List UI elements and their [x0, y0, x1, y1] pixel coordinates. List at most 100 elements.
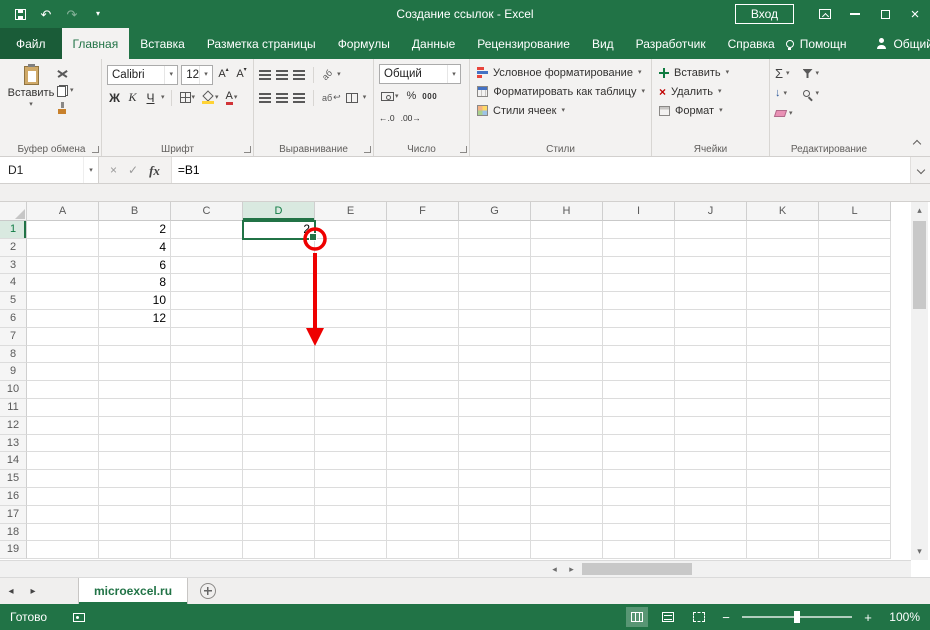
tell-me-button[interactable]: Помощн [785, 37, 846, 51]
cell-I19[interactable] [603, 541, 675, 560]
undo-button[interactable]: ↶ [34, 2, 58, 26]
cell-H13[interactable] [531, 434, 603, 453]
cell-E9[interactable] [315, 363, 387, 382]
cell-E12[interactable] [315, 416, 387, 435]
column-header-I[interactable]: I [603, 202, 675, 221]
cell-B2[interactable]: 4 [99, 238, 171, 257]
column-header-L[interactable]: L [819, 202, 891, 221]
cell-G4[interactable] [459, 274, 531, 293]
cell-G12[interactable] [459, 416, 531, 435]
formula-bar-expand-button[interactable] [910, 157, 930, 183]
cell-J14[interactable] [675, 452, 747, 471]
collapse-ribbon-button[interactable] [912, 134, 922, 152]
cell-L2[interactable] [819, 238, 891, 257]
vertical-scroll-thumb[interactable] [913, 221, 926, 309]
cell-K8[interactable] [747, 345, 819, 364]
cell-A6[interactable] [27, 309, 99, 328]
cell-H16[interactable] [531, 487, 603, 506]
cell-B8[interactable] [99, 345, 171, 364]
cell-H10[interactable] [531, 381, 603, 399]
cell-F17[interactable] [387, 505, 459, 524]
view-page-break-button[interactable] [688, 607, 710, 627]
cell-I5[interactable] [603, 292, 675, 310]
zoom-out-button[interactable]: − [719, 610, 733, 625]
cell-A13[interactable] [27, 434, 99, 453]
cell-E3[interactable] [315, 256, 387, 275]
cell-K16[interactable] [747, 487, 819, 506]
percent-style-button[interactable]: % [407, 90, 417, 102]
sheet-nav-right-button[interactable]: ▸ [22, 578, 44, 604]
dialog-launcher-icon[interactable] [92, 146, 99, 153]
cell-J6[interactable] [675, 309, 747, 328]
cell-E6[interactable] [315, 309, 387, 328]
cell-E18[interactable] [315, 523, 387, 542]
cut-button[interactable] [55, 67, 76, 80]
cell-L18[interactable] [819, 523, 891, 542]
column-header-G[interactable]: G [459, 202, 531, 221]
cell-I14[interactable] [603, 452, 675, 471]
align-middle-icon[interactable] [276, 69, 288, 80]
cell-C6[interactable] [171, 309, 243, 328]
cell-A4[interactable] [27, 274, 99, 293]
cell-E15[interactable] [315, 470, 387, 488]
cell-E2[interactable] [315, 238, 387, 257]
cell-G10[interactable] [459, 381, 531, 399]
cell-J5[interactable] [675, 292, 747, 310]
cell-G5[interactable] [459, 292, 531, 310]
copy-button[interactable]: ▾ [55, 84, 76, 97]
cell-E8[interactable] [315, 345, 387, 364]
cell-J11[interactable] [675, 398, 747, 417]
sheet-nav-left-button[interactable]: ◂ [0, 578, 22, 604]
cell-C13[interactable] [171, 434, 243, 453]
cell-F14[interactable] [387, 452, 459, 471]
cell-G2[interactable] [459, 238, 531, 257]
cancel-button[interactable]: × [110, 164, 117, 176]
cell-I17[interactable] [603, 505, 675, 524]
row-header-7[interactable]: 7 [0, 327, 27, 346]
underline-button[interactable]: Ч [143, 89, 158, 107]
cell-J17[interactable] [675, 505, 747, 524]
save-button[interactable] [8, 2, 32, 26]
cell-F12[interactable] [387, 416, 459, 435]
cell-G14[interactable] [459, 452, 531, 471]
cell-E1[interactable] [315, 221, 387, 239]
comma-style-button[interactable]: 000 [422, 92, 437, 101]
fill-color-button[interactable]: ▾ [200, 89, 221, 107]
font-color-button[interactable]: А ▾ [224, 89, 240, 107]
cell-C3[interactable] [171, 256, 243, 275]
cell-F9[interactable] [387, 363, 459, 382]
align-left-icon[interactable] [259, 92, 271, 103]
cell-G6[interactable] [459, 309, 531, 328]
cell-L19[interactable] [819, 541, 891, 560]
name-box-dropdown[interactable]: ▾ [83, 157, 98, 183]
horizontal-scroll-thumb[interactable] [582, 563, 692, 575]
cell-K7[interactable] [747, 327, 819, 346]
cell-K14[interactable] [747, 452, 819, 471]
scroll-up-button[interactable]: ▴ [911, 202, 928, 219]
increase-decimal-button[interactable]: ←.0 [379, 113, 395, 123]
cell-I6[interactable] [603, 309, 675, 328]
cell-E19[interactable] [315, 541, 387, 560]
cell-H1[interactable] [531, 221, 603, 239]
row-header-9[interactable]: 9 [0, 363, 27, 382]
zoom-slider[interactable] [742, 611, 852, 623]
cell-A8[interactable] [27, 345, 99, 364]
cell-G16[interactable] [459, 487, 531, 506]
cell-F3[interactable] [387, 256, 459, 275]
cell-D12[interactable] [243, 416, 315, 435]
tab-данные[interactable]: Данные [401, 28, 466, 59]
cell-I9[interactable] [603, 363, 675, 382]
cell-B13[interactable] [99, 434, 171, 453]
cell-I7[interactable] [603, 327, 675, 346]
cell-H19[interactable] [531, 541, 603, 560]
cell-F7[interactable] [387, 327, 459, 346]
cell-C2[interactable] [171, 238, 243, 257]
cell-B17[interactable] [99, 505, 171, 524]
cell-H4[interactable] [531, 274, 603, 293]
align-bottom-icon[interactable] [293, 69, 305, 80]
enter-button[interactable]: ✓ [128, 164, 138, 176]
cell-B18[interactable] [99, 523, 171, 542]
cell-A11[interactable] [27, 398, 99, 417]
cell-L14[interactable] [819, 452, 891, 471]
tab-формулы[interactable]: Формулы [327, 28, 401, 59]
